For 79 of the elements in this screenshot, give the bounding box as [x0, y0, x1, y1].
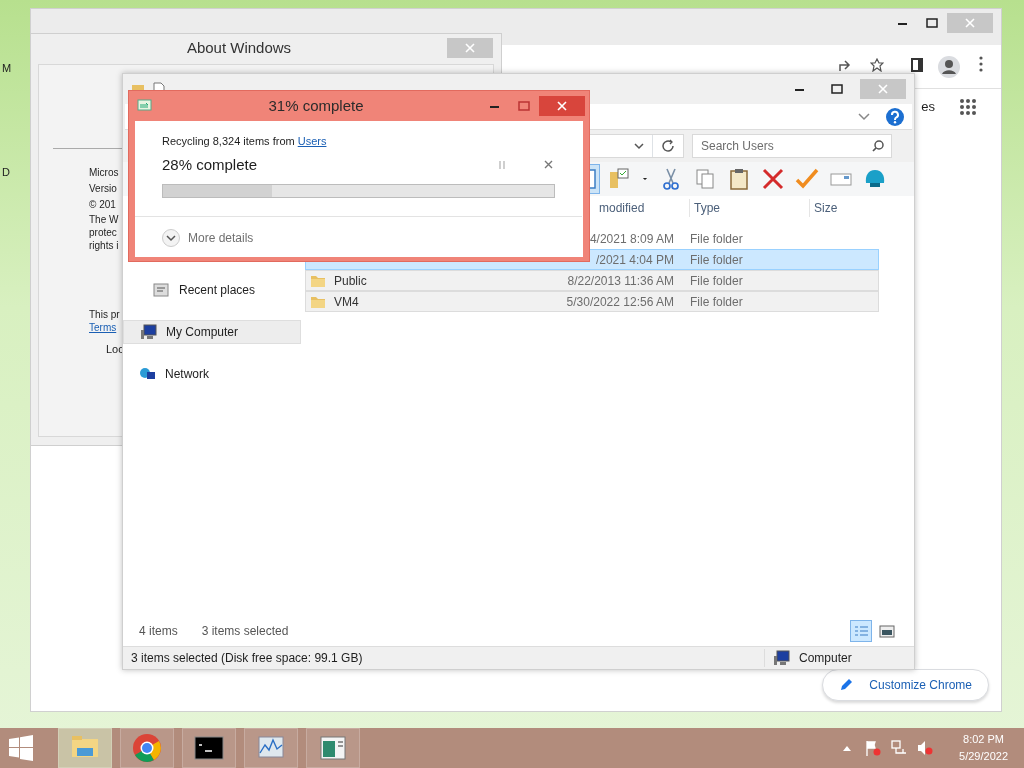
close-button[interactable] — [539, 96, 585, 116]
file-date: 8/22/2013 11:36 AM — [566, 272, 674, 290]
cancel-icon[interactable] — [544, 160, 553, 170]
maximize-icon[interactable] — [831, 84, 843, 94]
start-icon[interactable] — [8, 735, 34, 761]
selection-count: 3 items selected — [201, 623, 289, 640]
terminal-icon — [194, 733, 224, 763]
file-date: /2021 4:04 PM — [594, 251, 674, 269]
window-icon — [318, 733, 348, 763]
about-text: Micros — [89, 166, 119, 180]
file-type: File folder — [689, 293, 743, 311]
about-text: © 201 — [89, 198, 117, 212]
star-icon[interactable] — [870, 58, 884, 72]
column-header[interactable]: Type — [689, 199, 809, 217]
desktop-icon-label[interactable]: M — [2, 60, 12, 77]
desktop-icon-label[interactable]: D — [2, 164, 10, 181]
window-title: 31% complete — [267, 95, 365, 116]
network-icon[interactable] — [891, 740, 908, 756]
status-message: Recycling 8,324 items from Users — [162, 134, 328, 149]
about-text: Versio — [89, 182, 118, 196]
license-text: This pr — [89, 308, 120, 321]
folder-icon — [310, 294, 326, 309]
image-icon — [879, 624, 895, 638]
file-date: 5/30/2022 12:56 AM — [565, 293, 674, 311]
nav-item[interactable]: Recent places — [123, 278, 301, 302]
customize-chrome-button[interactable]: Customize Chrome — [822, 669, 989, 701]
file-row[interactable]: VM4 5/30/2022 12:56 AM File folder — [305, 291, 879, 312]
profile-icon[interactable] — [938, 56, 960, 78]
window-title: About Windows — [185, 37, 293, 58]
file-type: File folder — [689, 230, 743, 248]
column-header[interactable]: modified — [599, 199, 689, 217]
pencil-icon — [839, 678, 854, 692]
more-icon[interactable] — [979, 56, 983, 72]
file-name: Public — [334, 272, 367, 290]
chevron-down-icon[interactable] — [858, 112, 870, 121]
progress-text: 28% complete — [162, 154, 259, 175]
delete-icon[interactable] — [760, 166, 786, 192]
help-icon[interactable] — [886, 107, 904, 126]
item-count: 4 items — [139, 623, 178, 640]
details-view-icon — [853, 624, 869, 638]
search-field[interactable]: Search Users — [692, 134, 892, 158]
file-date: 4/2021 8:09 AM — [588, 230, 674, 248]
source-link[interactable]: Users — [297, 135, 327, 147]
side-panel-icon[interactable] — [911, 58, 923, 72]
file-type: File folder — [689, 272, 743, 290]
network-icon — [139, 366, 157, 382]
file-type: File folder — [689, 251, 743, 269]
file-row[interactable]: Public 8/22/2013 11:36 AM File folder — [305, 270, 879, 291]
chevron-down-icon[interactable] — [634, 142, 644, 150]
recent-places-icon — [153, 282, 171, 298]
about-paragraph: The W protec rights i — [89, 213, 119, 252]
browser-icon — [132, 733, 162, 763]
location-text: Computer — [799, 649, 852, 667]
column-header[interactable]: Size — [809, 199, 869, 217]
close-icon — [557, 101, 567, 111]
maximize-icon[interactable] — [926, 18, 938, 28]
close-icon — [465, 43, 475, 53]
link-text[interactable]: es — [921, 97, 935, 117]
computer-icon — [140, 324, 158, 340]
nav-item[interactable]: Network — [123, 362, 301, 386]
view-toggle[interactable] — [850, 620, 872, 642]
chevron-down-icon — [166, 234, 176, 242]
share-icon[interactable] — [838, 58, 852, 72]
nav-item[interactable]: My Computer — [123, 320, 301, 344]
close-icon — [878, 84, 888, 94]
refresh-icon[interactable] — [661, 139, 675, 153]
flag-icon[interactable] — [865, 740, 882, 756]
details-toggle[interactable]: More details — [162, 225, 272, 247]
file-name: VM4 — [334, 293, 359, 311]
terms-link[interactable]: Terms — [89, 322, 117, 333]
taskbar-app-button[interactable] — [182, 728, 236, 768]
close-icon — [965, 18, 975, 28]
status-text: 3 items selected (Disk free space: 99.1 GB) — [131, 649, 364, 667]
speaker-muted-icon[interactable] — [917, 740, 934, 756]
folder-icon — [310, 273, 326, 288]
apps-grid-icon[interactable] — [959, 97, 977, 116]
show-hidden-icon[interactable] — [843, 745, 852, 751]
computer-icon — [773, 649, 791, 666]
search-icon — [872, 140, 884, 152]
